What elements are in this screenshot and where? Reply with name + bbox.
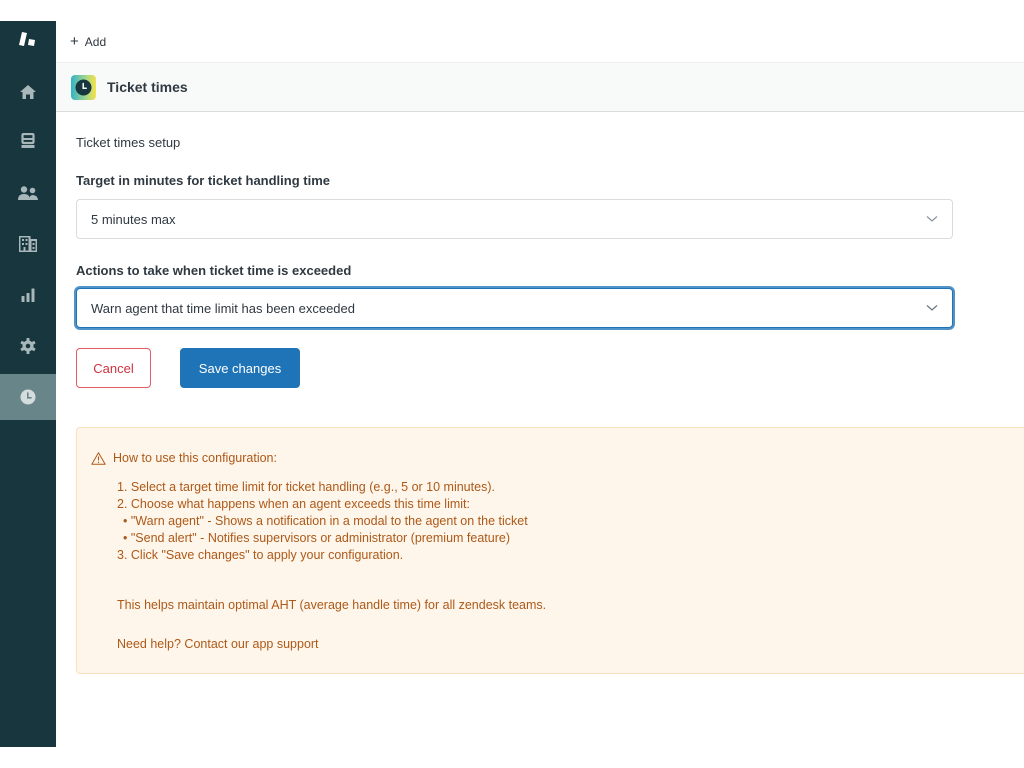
save-changes-button[interactable]: Save changes [180,348,300,388]
plus-icon: + [70,32,79,50]
notice-heading-text: How to use this configuration: [113,451,277,465]
app-title: Ticket times [107,79,188,95]
app-logo [71,74,96,100]
warning-icon [91,452,106,465]
action-select[interactable]: Warn agent that time limit has been exce… [76,288,953,328]
zendesk-logo[interactable] [0,21,56,57]
target-minutes-value: 5 minutes max [91,211,176,227]
instruction-subline: • "Warn agent" - Shows a notification in… [123,514,528,528]
chevron-down-icon [926,305,938,311]
help-notice: How to use this configuration: 1. Select… [76,427,1024,674]
gear-icon [20,338,36,354]
add-button[interactable]: + Add [70,32,107,50]
sidebar-item-home[interactable] [0,69,56,115]
action-field-label: Actions to take when ticket time is exce… [76,263,352,278]
sidebar-item-admin[interactable] [0,323,56,369]
sidebar-item-reporting[interactable] [0,272,56,318]
sidebar [0,21,56,747]
home-icon [20,85,36,99]
notice-instructions: 1. Select a target time limit for ticket… [117,479,528,564]
action-value: Warn agent that time limit has been exce… [91,300,355,316]
sidebar-item-ticket-times[interactable] [0,374,56,420]
building-icon [19,236,37,252]
sidebar-item-organizations[interactable] [0,221,56,267]
section-title: Ticket times setup [76,135,181,150]
instruction-line: 3. Click "Save changes" to apply your co… [117,548,404,562]
instruction-line: 2. Choose what happens when an agent exc… [117,497,470,511]
users-icon [18,186,38,200]
support-link[interactable]: Need help? Contact our app support [117,636,319,653]
app-header: Ticket times [56,62,1024,112]
instruction-subline: • "Send alert" - Notifies supervisors or… [123,531,510,545]
bar-chart-icon [21,288,35,302]
notice-info: This helps maintain optimal AHT (average… [117,598,547,612]
notice-heading: How to use this configuration: [91,450,277,467]
clock-icon [20,389,36,405]
add-label: Add [84,34,107,49]
inbox-icon [21,133,35,148]
chevron-down-icon [926,216,938,222]
sidebar-item-customers[interactable] [0,170,56,216]
top-bar: + Add [56,21,1024,62]
target-field-label: Target in minutes for ticket handling ti… [76,173,331,188]
target-minutes-select[interactable]: 5 minutes max [76,199,953,239]
sidebar-item-views[interactable] [0,118,56,164]
cancel-button[interactable]: Cancel [76,348,151,388]
instruction-line: 1. Select a target time limit for ticket… [117,480,495,494]
clock-icon [75,79,92,95]
